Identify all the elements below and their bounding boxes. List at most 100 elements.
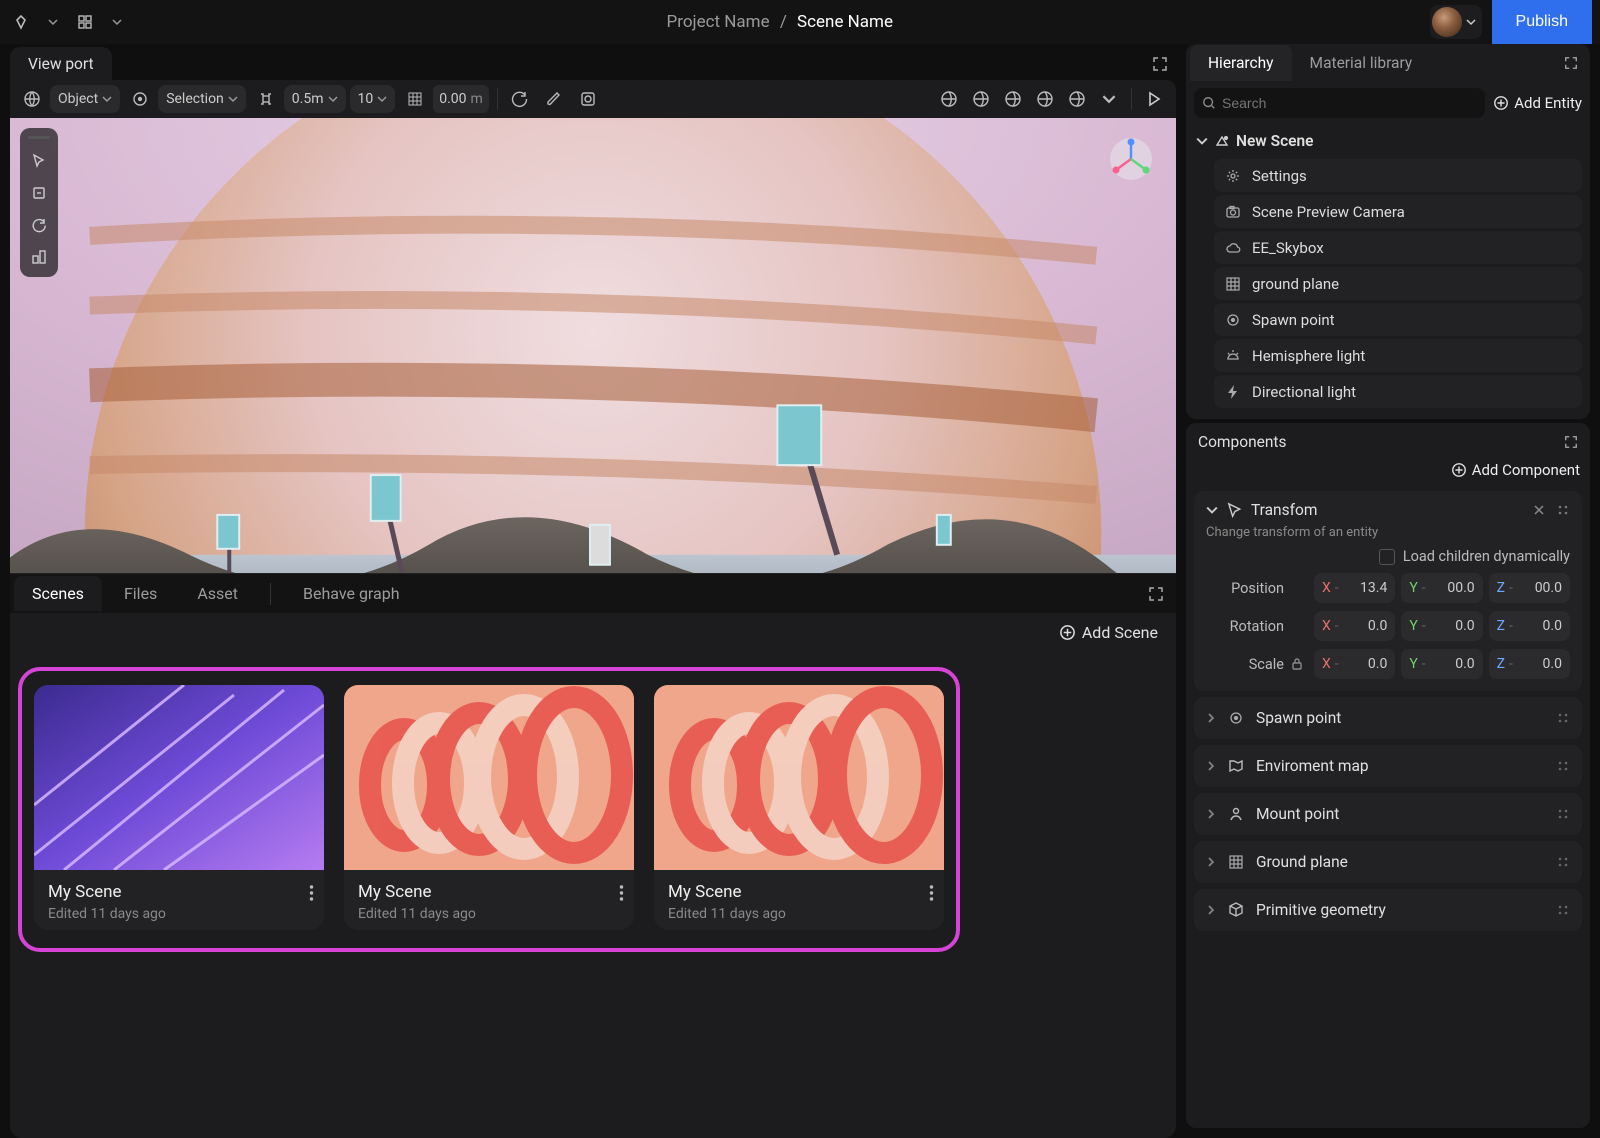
search-field[interactable] — [1222, 95, 1477, 111]
globe-icon[interactable] — [18, 85, 46, 113]
scale-icon[interactable] — [25, 243, 53, 271]
component-collapsed[interactable]: Spawn point — [1194, 697, 1582, 739]
rotation-x-input[interactable]: X-0.0 — [1314, 611, 1395, 641]
rotation-y-input[interactable]: Y-0.0 — [1401, 611, 1482, 641]
add-scene-label: Add Scene — [1082, 623, 1158, 642]
add-entity-button[interactable]: Add Entity — [1493, 94, 1582, 112]
scale-z-input[interactable]: Z-0.0 — [1489, 649, 1570, 679]
scene-card[interactable]: My Scene Edited 11 days ago — [654, 685, 944, 930]
measure-display: 0.00 m — [433, 85, 489, 113]
scene-card-edited: Edited 11 days ago — [48, 906, 310, 922]
position-y-input[interactable]: Y-00.0 — [1401, 573, 1482, 603]
fullscreen-icon[interactable] — [1144, 48, 1176, 80]
hierarchy-item[interactable]: Hemisphere light — [1214, 339, 1582, 372]
hierarchy-item[interactable]: Spawn point — [1214, 303, 1582, 336]
tab-behave-graph[interactable]: Behave graph — [285, 576, 418, 611]
tab-scenes[interactable]: Scenes — [14, 576, 102, 611]
drag-handle-icon[interactable] — [1556, 855, 1570, 869]
add-scene-button[interactable]: Add Scene — [1059, 623, 1158, 642]
tab-files[interactable]: Files — [106, 576, 175, 611]
viewport-canvas[interactable] — [10, 118, 1176, 573]
scene-name[interactable]: Scene Name — [797, 12, 893, 32]
component-collapsed[interactable]: Enviroment map — [1194, 745, 1582, 787]
scene-card[interactable]: My Scene Edited 11 days ago — [34, 685, 324, 930]
rotation-z-input[interactable]: Z-0.0 — [1489, 611, 1570, 641]
scale-x-input[interactable]: X-0.0 — [1314, 649, 1395, 679]
hierarchy-item[interactable]: Settings — [1214, 159, 1582, 192]
drag-handle-icon[interactable] — [1556, 711, 1570, 725]
component-collapsed[interactable]: Ground plane — [1194, 841, 1582, 883]
transform-mode-select[interactable]: Object — [50, 85, 120, 113]
scene-card-title: My Scene — [358, 882, 620, 902]
component-collapsed[interactable]: Primitive geometry — [1194, 889, 1582, 931]
scale-y-input[interactable]: Y-0.0 — [1401, 649, 1482, 679]
chevron-down-icon[interactable] — [1206, 504, 1218, 516]
drag-handle-icon[interactable] — [1556, 807, 1570, 821]
play-icon[interactable] — [1140, 85, 1168, 113]
tab-hierarchy[interactable]: Hierarchy — [1190, 45, 1292, 81]
cursor-icon[interactable] — [25, 147, 53, 175]
component-label: Primitive geometry — [1256, 901, 1386, 919]
add-component-button[interactable]: Add Component — [1451, 461, 1580, 479]
globe-icon[interactable] — [935, 85, 963, 113]
hierarchy-root[interactable]: New Scene — [1194, 126, 1582, 156]
rotate-icon[interactable] — [25, 211, 53, 239]
crosshair-icon[interactable] — [126, 85, 154, 113]
chevron-down-icon — [377, 94, 387, 104]
globe-icon[interactable] — [1063, 85, 1091, 113]
chevron-down-icon[interactable] — [104, 9, 130, 35]
layout-grid-icon[interactable] — [72, 9, 98, 35]
user-menu[interactable] — [1430, 5, 1482, 39]
drag-handle-icon[interactable] — [1556, 759, 1570, 773]
hierarchy-item[interactable]: ground plane — [1214, 267, 1582, 300]
snap-distance-select[interactable]: 0.5m — [284, 85, 346, 113]
drag-handle-icon[interactable] — [1556, 903, 1570, 917]
chevron-down-icon[interactable] — [40, 9, 66, 35]
globe-icon[interactable] — [999, 85, 1027, 113]
grid-icon[interactable] — [401, 85, 429, 113]
refresh-icon[interactable] — [506, 85, 534, 113]
drag-handle-icon[interactable] — [28, 136, 50, 139]
viewport-tool-panel[interactable] — [20, 128, 58, 277]
more-icon[interactable] — [929, 884, 934, 902]
more-icon[interactable] — [309, 884, 314, 902]
component-collapsed[interactable]: Mount point — [1194, 793, 1582, 835]
search-input[interactable] — [1194, 88, 1485, 118]
mask-icon[interactable] — [574, 85, 602, 113]
hierarchy-item-label: Spawn point — [1252, 311, 1335, 329]
measure-value: 0.00 — [439, 91, 466, 107]
globe-icon[interactable] — [967, 85, 995, 113]
chevron-down-icon[interactable] — [1095, 85, 1123, 113]
position-z-input[interactable]: Z-00.0 — [1489, 573, 1570, 603]
snap-icon[interactable] — [252, 85, 280, 113]
orientation-gizmo[interactable] — [1108, 136, 1154, 182]
edit-icon[interactable] — [540, 85, 568, 113]
position-x-input[interactable]: X-13.4 — [1314, 573, 1395, 603]
project-name[interactable]: Project Name — [667, 12, 770, 32]
fullscreen-icon[interactable] — [1564, 435, 1578, 449]
load-children-checkbox[interactable]: Load children dynamically — [1206, 548, 1570, 565]
fullscreen-icon[interactable] — [1556, 48, 1586, 78]
snap-count-select[interactable]: 10 — [350, 85, 396, 113]
globe-icon[interactable] — [1031, 85, 1059, 113]
tab-material-library[interactable]: Material library — [1292, 45, 1431, 81]
viewport-tab[interactable]: View port — [10, 47, 112, 80]
tab-asset[interactable]: Asset — [179, 576, 256, 611]
hierarchy-item[interactable]: EE_Skybox — [1214, 231, 1582, 264]
publish-button[interactable]: Publish — [1492, 0, 1592, 44]
close-icon[interactable] — [1532, 503, 1546, 517]
selection-mode-label: Selection — [166, 91, 224, 107]
hierarchy-item[interactable]: Directional light — [1214, 375, 1582, 408]
scene-card[interactable]: My Scene Edited 11 days ago — [344, 685, 634, 930]
drag-handle-icon[interactable] — [1556, 503, 1570, 517]
move-icon[interactable] — [25, 179, 53, 207]
logo-icon[interactable] — [8, 9, 34, 35]
more-icon[interactable] — [619, 884, 624, 902]
position-label: Position — [1206, 580, 1284, 597]
lock-icon[interactable] — [1290, 657, 1308, 671]
fullscreen-icon[interactable] — [1140, 578, 1172, 610]
hierarchy-item[interactable]: Scene Preview Camera — [1214, 195, 1582, 228]
hierarchy-item-label: ground plane — [1252, 275, 1339, 293]
selection-mode-select[interactable]: Selection — [158, 85, 246, 113]
load-children-label: Load children dynamically — [1403, 548, 1570, 565]
